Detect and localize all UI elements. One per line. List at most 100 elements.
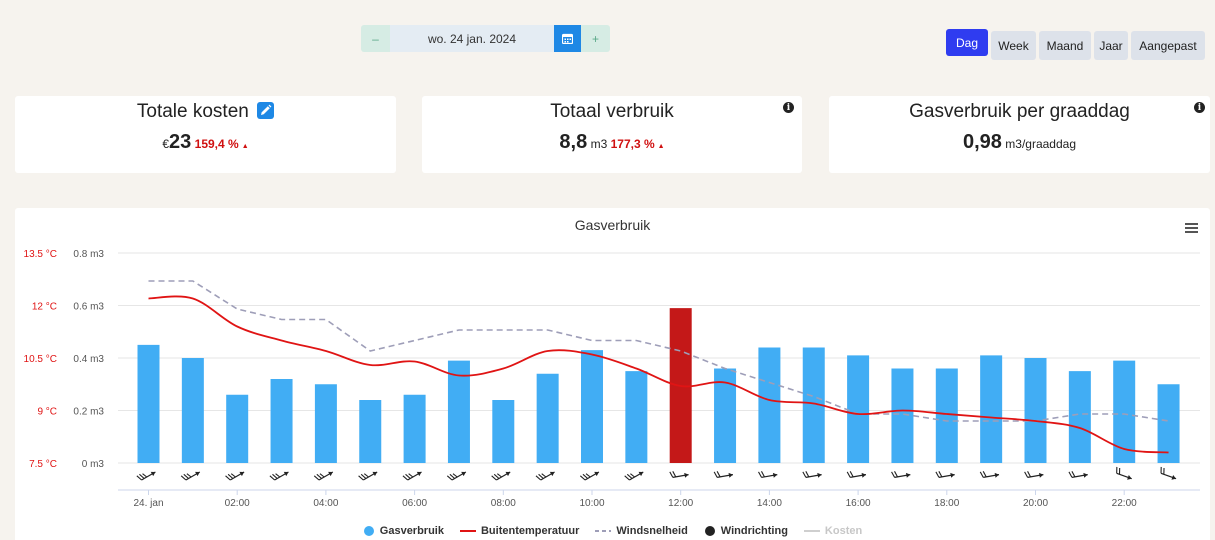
total-costs-card: Totale kosten €23 159,4 % ▲	[15, 96, 396, 173]
legend-item-gasverbruik[interactable]: Gasverbruik	[363, 525, 444, 537]
x-axis-tick-label: 12:00	[668, 498, 693, 509]
bar	[137, 344, 160, 463]
x-axis-tick-label: 14:00	[757, 498, 782, 509]
degree-day-value: 0,98	[963, 131, 1002, 153]
bar	[359, 400, 382, 463]
x-axis-tick-label: 06:00	[402, 498, 427, 509]
x-axis-tick-label: 24. jan	[133, 498, 163, 509]
temp-axis-tick-label: 13.5 °C	[24, 249, 57, 260]
wind-barb-icon	[225, 471, 245, 481]
total-usage-card: Totaal verbruik i 8,8 m3 177,3 % ▲	[422, 96, 802, 173]
wind-barb-icon	[802, 471, 822, 478]
degree-day-unit: m3/graaddag	[1005, 137, 1076, 151]
bar	[980, 355, 1003, 463]
period-week-button[interactable]: Week	[991, 31, 1036, 60]
wind-barb-icon	[579, 471, 600, 481]
wind-barb-icon	[669, 471, 689, 478]
chart-legend: Gasverbruik Buitentemperatuur Windsnelhe…	[15, 525, 1210, 537]
bar	[1157, 384, 1180, 463]
wind-barb-icon	[269, 471, 289, 481]
temp-axis-tick-label: 7.5 °C	[29, 459, 57, 470]
date-field[interactable]: wo. 24 jan. 2024	[390, 25, 554, 52]
wind-barb-icon	[624, 471, 644, 481]
wind-barb-icon	[136, 471, 156, 481]
bar	[226, 394, 249, 463]
wind-barb-icon	[535, 471, 555, 481]
costs-value: 23	[169, 131, 192, 153]
bar	[935, 368, 958, 463]
wind-barb-icon	[891, 471, 911, 478]
bar	[181, 358, 204, 463]
wind-barb-icon	[979, 471, 1000, 478]
temp-axis-tick-label: 9 °C	[37, 407, 57, 418]
card-title: Gasverbruik per graaddag	[909, 101, 1130, 122]
usage-axis-tick-label: 0 m3	[82, 459, 105, 470]
bar	[891, 368, 914, 463]
usage-change-percentage: 177,3 %	[610, 137, 655, 151]
legend-item-windsnelheid[interactable]: Windsnelheid	[595, 525, 688, 537]
bar	[270, 379, 293, 463]
wind-barb-icon	[935, 471, 955, 478]
usage-unit: m3	[590, 137, 608, 151]
legend-item-windrichting[interactable]: Windrichting	[704, 525, 788, 537]
legend-item-buitentemperatuur[interactable]: Buitentemperatuur	[459, 525, 579, 537]
usage-value: 8,8	[559, 131, 588, 153]
bar	[1113, 360, 1136, 463]
wind-barb-icon	[758, 471, 778, 478]
x-axis-tick-label: 10:00	[579, 498, 604, 509]
wind-barb-icon	[180, 471, 201, 481]
temp-axis-tick-label: 10.5 °C	[24, 354, 57, 365]
x-axis-tick-label: 20:00	[1023, 498, 1048, 509]
period-selector: Dag Week Maand Jaar Aangepast	[946, 29, 1205, 60]
usage-axis-tick-label: 0.8 m3	[73, 249, 104, 260]
usage-axis-tick-label: 0.2 m3	[73, 407, 104, 418]
wind-barb-icon	[402, 471, 422, 481]
bar	[1024, 358, 1047, 463]
wind-barb-icon	[1116, 466, 1132, 480]
edit-icon[interactable]	[257, 102, 275, 119]
bar	[314, 384, 337, 463]
degree-day-card: Gasverbruik per graaddag i 0,98 m3/graad…	[829, 96, 1210, 173]
bar	[492, 400, 515, 463]
x-axis-tick-label: 16:00	[846, 498, 871, 509]
info-icon[interactable]: i	[1194, 102, 1205, 113]
wind-barb-icon	[1068, 471, 1088, 478]
gas-usage-chart: Gasverbruik 7.5 °C 0 m3 9 °C 0.2 m3 10.5 °C 0…	[15, 208, 1210, 540]
chart-plot: 7.5 °C 0 m3 9 °C 0.2 m3 10.5 °C 0.4 m3 12 °C 0.…	[24, 249, 1200, 509]
calendar-icon[interactable]	[554, 25, 581, 52]
temp-axis-tick-label: 12 °C	[32, 302, 57, 313]
wind-barb-icon	[1160, 466, 1177, 480]
bar	[581, 350, 603, 463]
period-custom-button[interactable]: Aangepast	[1131, 31, 1205, 60]
bar	[847, 355, 870, 463]
x-axis-tick-label: 22:00	[1112, 498, 1137, 509]
bar	[625, 371, 648, 463]
wind-barb-icon	[846, 471, 867, 478]
bar	[758, 347, 781, 463]
usage-axis-tick-label: 0.4 m3	[73, 354, 104, 365]
wind-barb-icon	[446, 471, 467, 481]
wind-barb-icon	[1024, 471, 1044, 478]
wind-barb-icon	[313, 471, 334, 481]
info-icon[interactable]: i	[783, 102, 794, 113]
x-axis-tick-label: 02:00	[225, 498, 250, 509]
usage-axis-tick-label: 0.6 m3	[73, 302, 104, 313]
wind-speed-line	[148, 280, 1169, 422]
period-month-button[interactable]: Maand	[1039, 31, 1091, 60]
trend-up-icon: ▲	[241, 143, 249, 150]
period-day-button[interactable]: Dag	[946, 29, 988, 56]
x-axis-tick-label: 18:00	[934, 498, 959, 509]
bar	[536, 373, 559, 463]
next-day-button[interactable]: +	[581, 25, 610, 52]
legend-item-kosten[interactable]: Kosten	[803, 525, 862, 537]
date-picker: – wo. 24 jan. 2024 +	[361, 25, 610, 52]
bar	[1068, 371, 1091, 463]
card-title: Totale kosten	[136, 101, 249, 122]
wind-barb-icon	[491, 471, 511, 481]
x-axis-tick-label: 08:00	[491, 498, 516, 509]
wind-barb-icon	[358, 471, 378, 481]
previous-day-button[interactable]: –	[361, 25, 390, 52]
bar	[403, 394, 426, 463]
period-year-button[interactable]: Jaar	[1094, 31, 1128, 60]
costs-change-percentage: 159,4 %	[194, 137, 239, 151]
